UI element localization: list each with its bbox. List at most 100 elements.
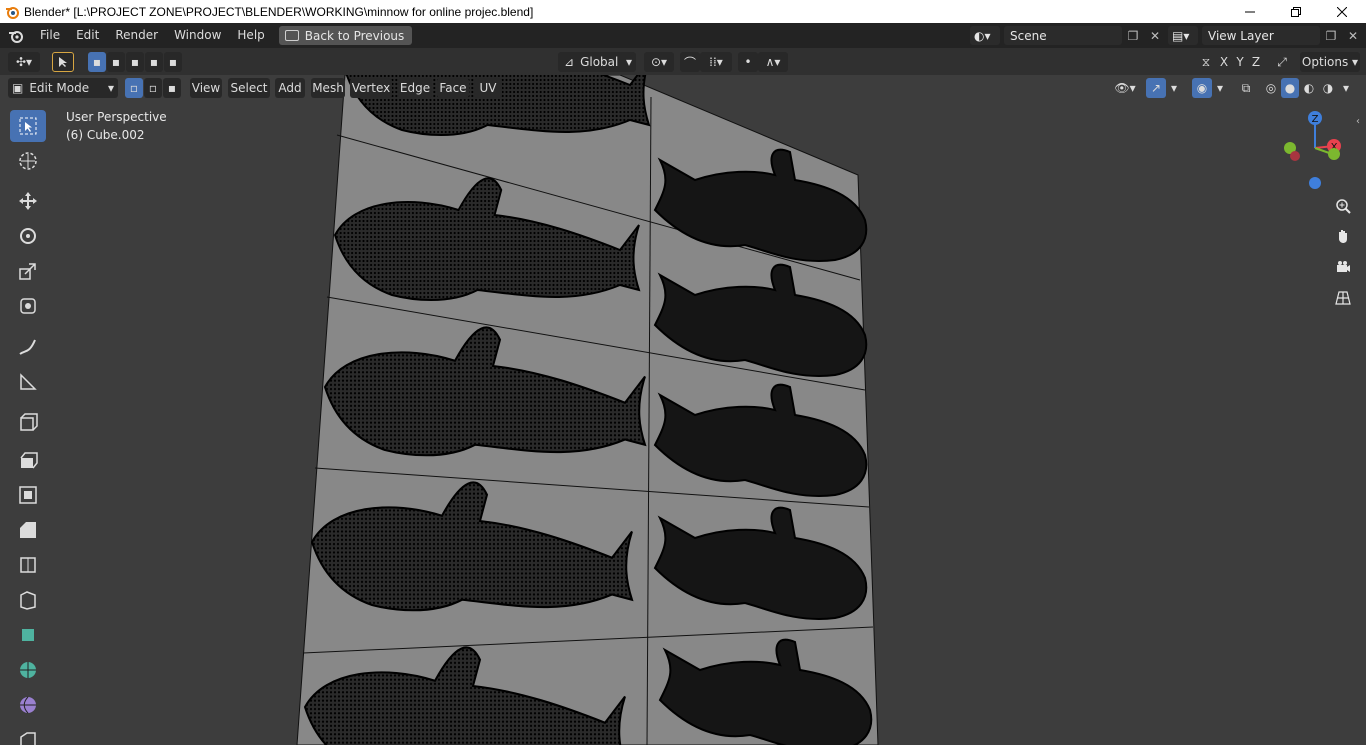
minimize-icon[interactable]: [1227, 0, 1273, 23]
gizmo-toggle-icon[interactable]: ↗: [1146, 78, 1166, 98]
new-scene-icon[interactable]: ❐: [1122, 26, 1144, 45]
scene-selector: ◐▾ Scene ❐ ✕: [970, 26, 1166, 45]
view-layer-name-field[interactable]: View Layer: [1202, 26, 1320, 45]
zoom-icon[interactable]: [1330, 193, 1356, 219]
scene-browse-icon[interactable]: ◐▾: [970, 26, 1000, 45]
tool-settings-header: ✣▾ ▪ ▪ ▪ ▪ ▪ ⊿ Global ▾ ⊙▾ ⌒ ⁞⁞▾ • ∧▾ ⧖ …: [0, 48, 1366, 75]
scene-name: Scene: [1010, 28, 1047, 43]
cursor-icon[interactable]: [10, 145, 46, 177]
rendered-shading-icon[interactable]: ◑: [1319, 78, 1337, 98]
menu-vertex[interactable]: Vertex: [350, 78, 392, 98]
add-cube-icon[interactable]: [10, 406, 46, 438]
3d-viewport[interactable]: User Perspective (6) Cube.002: [0, 75, 1366, 745]
close-icon[interactable]: [1319, 0, 1365, 23]
perspective-grid-icon[interactable]: [1330, 285, 1356, 311]
menu-file[interactable]: File: [32, 23, 68, 48]
menu-edge[interactable]: Edge: [398, 78, 432, 98]
falloff-icon[interactable]: ∧▾: [758, 52, 788, 72]
menu-uv[interactable]: UV: [474, 78, 502, 98]
overlay-toggle-icon[interactable]: ◉: [1192, 78, 1212, 98]
editor-type-icon[interactable]: ✣▾: [8, 52, 40, 72]
blender-menu-icon[interactable]: [0, 29, 32, 43]
mode-label: Edit Mode: [29, 81, 90, 95]
axis-x-toggle[interactable]: X: [1216, 52, 1232, 72]
face-select-icon[interactable]: ▪: [163, 78, 181, 98]
restore-icon[interactable]: [1273, 0, 1319, 23]
select-box-tool-icon[interactable]: [52, 52, 74, 72]
transform-icon[interactable]: [10, 290, 46, 322]
pivot-point-icon[interactable]: ⊙▾: [644, 52, 674, 72]
chevron-down-icon[interactable]: ▾: [1166, 78, 1182, 98]
bevel-icon[interactable]: [10, 514, 46, 546]
pan-hand-icon[interactable]: [1330, 223, 1356, 249]
scene-name-field[interactable]: Scene: [1004, 26, 1122, 45]
menu-add[interactable]: Add: [275, 78, 305, 98]
annotate-icon[interactable]: [10, 331, 46, 363]
sidebar-toggle-icon[interactable]: ‹: [1356, 116, 1366, 127]
vertex-select-icon[interactable]: ▫: [125, 78, 143, 98]
gizmo-y-positive[interactable]: [1328, 148, 1340, 160]
chevron-down-icon[interactable]: ▾: [1212, 78, 1228, 98]
wireframe-shading-icon[interactable]: ◎: [1262, 78, 1280, 98]
menu-select[interactable]: Select: [228, 78, 270, 98]
camera-view-icon[interactable]: [1330, 254, 1356, 280]
options-label: Options: [1301, 55, 1349, 69]
navigation-gizmo[interactable]: Z X: [1278, 106, 1358, 196]
proportional-edit-icon[interactable]: •: [738, 52, 758, 72]
menu-face[interactable]: Face: [437, 78, 469, 98]
view-layer-browse-icon[interactable]: ▤▾: [1168, 26, 1198, 45]
select-box-icon[interactable]: [10, 110, 46, 142]
active-object-label: (6) Cube.002: [66, 128, 145, 142]
mode-intersect-icon[interactable]: ▪: [164, 52, 182, 72]
spin-icon[interactable]: [10, 654, 46, 686]
loop-cut-icon[interactable]: [10, 549, 46, 581]
mesh-display: [296, 75, 879, 745]
delete-view-layer-icon[interactable]: ✕: [1342, 26, 1364, 45]
options-dropdown[interactable]: Options ▾: [1300, 52, 1360, 72]
xray-toggle-icon[interactable]: ⧉: [1236, 78, 1256, 98]
edge-select-icon[interactable]: ▫: [144, 78, 162, 98]
mode-invert-icon[interactable]: ▪: [145, 52, 163, 72]
mode-set-new-icon[interactable]: ▪: [88, 52, 106, 72]
mode-extend-icon[interactable]: ▪: [107, 52, 125, 72]
chevron-down-icon[interactable]: ▾: [1338, 78, 1354, 98]
poly-build-icon[interactable]: [10, 619, 46, 651]
menu-window[interactable]: Window: [166, 23, 229, 48]
menu-view[interactable]: View: [190, 78, 222, 98]
rotate-icon[interactable]: [10, 220, 46, 252]
move-icon[interactable]: [10, 185, 46, 217]
solid-shading-icon[interactable]: ●: [1281, 78, 1299, 98]
menu-edit[interactable]: Edit: [68, 23, 107, 48]
smooth-icon[interactable]: [10, 689, 46, 721]
menu-mesh[interactable]: Mesh: [311, 78, 345, 98]
back-to-previous-button[interactable]: Back to Previous: [278, 26, 413, 45]
menu-render[interactable]: Render: [107, 23, 166, 48]
view-perspective-label: User Perspective: [66, 110, 167, 124]
top-menu-bar: File Edit Render Window Help Back to Pre…: [0, 23, 1366, 48]
window-title: Blender* [L:\PROJECT ZONE\PROJECT\BLENDE…: [24, 4, 534, 19]
extrude-icon[interactable]: [10, 444, 46, 476]
new-view-layer-icon[interactable]: ❐: [1320, 26, 1342, 45]
snap-toggle-icon[interactable]: ⌒: [680, 52, 700, 72]
visibility-icon[interactable]: 👁▾: [1110, 78, 1140, 98]
axis-z-toggle[interactable]: Z: [1248, 52, 1264, 72]
edge-slide-icon[interactable]: [10, 724, 46, 745]
inset-faces-icon[interactable]: [10, 479, 46, 511]
measure-icon[interactable]: [10, 366, 46, 398]
mode-dropdown[interactable]: ▣ Edit Mode ▾: [8, 78, 118, 98]
chevron-down-icon: ▾: [107, 81, 114, 95]
material-shading-icon[interactable]: ◐: [1300, 78, 1318, 98]
axis-y-toggle[interactable]: Y: [1232, 52, 1248, 72]
snap-target-icon[interactable]: ⁞⁞▾: [700, 52, 732, 72]
transform-orientation-dropdown[interactable]: ⊿ Global ▾: [558, 52, 636, 72]
auto-merge-icon[interactable]: ⤢: [1272, 52, 1292, 72]
mode-subtract-icon[interactable]: ▪: [126, 52, 144, 72]
delete-scene-icon[interactable]: ✕: [1144, 26, 1166, 45]
back-to-previous-label: Back to Previous: [304, 28, 405, 43]
knife-icon[interactable]: [10, 584, 46, 616]
menu-help[interactable]: Help: [229, 23, 272, 48]
view-layer-name: View Layer: [1208, 28, 1274, 43]
screen-icon: [284, 30, 299, 41]
scale-icon[interactable]: [10, 255, 46, 287]
mirror-icon[interactable]: ⧖: [1196, 52, 1216, 72]
